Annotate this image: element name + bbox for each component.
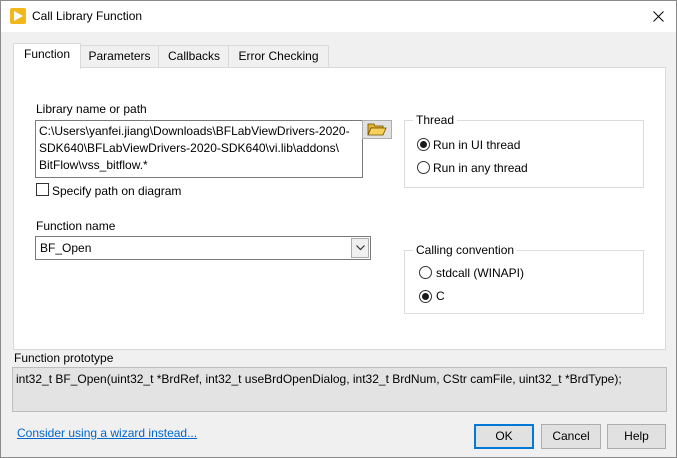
help-button[interactable]: Help [607, 424, 666, 449]
ok-button[interactable]: OK [474, 424, 534, 449]
library-path-label: Library name or path [36, 102, 147, 116]
tab-function-label: Function [23, 47, 71, 61]
c-convention-label: C [436, 289, 445, 303]
function-name-combo[interactable]: BF_Open [35, 236, 371, 260]
c-convention-radio[interactable] [419, 290, 432, 303]
ok-button-label: OK [495, 429, 513, 443]
dialog-window: Call Library Function Function Parameter… [0, 0, 677, 458]
calling-convention-title: Calling convention [413, 243, 518, 257]
run-in-ui-thread-radio[interactable] [417, 138, 430, 151]
tab-parameters[interactable]: Parameters [79, 45, 160, 68]
window-title: Call Library Function [32, 9, 143, 23]
stdcall-label: stdcall (WINAPI) [436, 266, 525, 280]
specify-path-checkbox[interactable] [36, 183, 49, 196]
library-path-field[interactable]: C:\Users\yanfei.jiang\Downloads\BFLabVie… [35, 120, 363, 178]
browse-button[interactable] [362, 120, 392, 139]
thread-group-title: Thread [413, 113, 458, 127]
run-in-any-thread-radio[interactable] [417, 161, 430, 174]
cancel-button-label: Cancel [552, 429, 590, 443]
library-path-line: C:\Users\yanfei.jiang\Downloads\BFLabVie… [39, 124, 350, 138]
chevron-down-icon [355, 245, 365, 251]
run-in-any-thread-label: Run in any thread [433, 161, 528, 175]
stdcall-radio[interactable] [419, 266, 432, 279]
close-icon [653, 11, 664, 22]
tab-parameters-label: Parameters [88, 49, 151, 63]
tab-error-checking[interactable]: Error Checking [228, 45, 329, 68]
function-prototype-text: int32_t BF_Open(uint32_t *BrdRef, int32_… [16, 372, 622, 386]
wizard-link[interactable]: Consider using a wizard instead... [17, 426, 197, 440]
folder-open-icon [367, 123, 387, 136]
library-path-line: BitFlow\vss_bitflow.* [39, 158, 148, 172]
labview-app-icon [10, 8, 26, 24]
close-button[interactable] [641, 1, 676, 32]
tab-callbacks[interactable]: Callbacks [158, 45, 230, 68]
function-prototype-label: Function prototype [14, 351, 114, 365]
function-name-dropdown-button[interactable] [351, 238, 369, 258]
thread-group: Thread Run in UI thread Run in any threa… [404, 113, 644, 188]
cancel-button[interactable]: Cancel [541, 424, 601, 449]
title-bar: Call Library Function [1, 1, 676, 32]
tab-callbacks-label: Callbacks [167, 49, 221, 63]
function-tab-panel: Library name or path C:\Users\yanfei.jia… [13, 67, 666, 350]
tab-error-checking-label: Error Checking [238, 49, 319, 63]
run-in-ui-thread-label: Run in UI thread [433, 138, 521, 152]
tab-function[interactable]: Function [13, 43, 81, 69]
function-prototype-box: int32_t BF_Open(uint32_t *BrdRef, int32_… [12, 367, 667, 412]
function-name-value: BF_Open [40, 241, 92, 255]
calling-convention-group: Calling convention stdcall (WINAPI) C [404, 243, 644, 314]
library-path-line: SDK640\BFLabViewDrivers-2020-SDK640\vi.l… [39, 141, 339, 155]
function-name-label: Function name [36, 219, 116, 233]
help-button-label: Help [624, 429, 649, 443]
specify-path-label: Specify path on diagram [52, 184, 182, 198]
